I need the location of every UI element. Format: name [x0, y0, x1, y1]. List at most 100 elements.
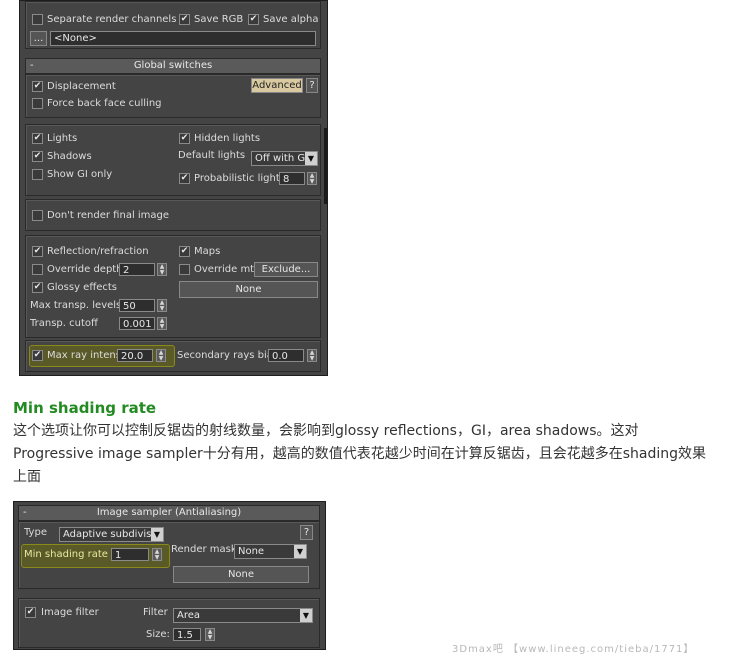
section-heading: Min shading rate — [13, 399, 157, 417]
save-alpha-checkbox[interactable]: ✔ — [248, 14, 259, 25]
help-button[interactable]: ? — [300, 525, 313, 540]
render-settings-panel: Separate render channels ✔ Save RGB ✔ Sa… — [19, 0, 328, 376]
spinner-arrows-icon[interactable]: ▲ ▼ — [205, 628, 215, 641]
browse-button[interactable]: ... — [30, 31, 47, 46]
filter-dropdown[interactable]: Area ▼ — [173, 608, 313, 623]
size-field[interactable]: 1.5 — [173, 628, 201, 641]
transp-cutoff-label: Transp. cutoff — [30, 318, 98, 329]
render-mask-value: None — [238, 546, 265, 557]
maps-checkbox[interactable]: ✔ — [179, 246, 190, 257]
check-icon: ✔ — [180, 14, 189, 24]
probabilistic-lights-field[interactable]: 8 — [279, 172, 305, 185]
chevron-down-icon[interactable]: ▼ — [300, 609, 312, 622]
override-mtl-checkbox[interactable] — [179, 264, 190, 275]
dont-render-final-label: Don't render final image — [47, 210, 170, 221]
secondary-rays-bias-label: Secondary rays bias — [177, 350, 279, 361]
transp-cutoff-field[interactable]: 0.001 — [119, 317, 155, 330]
check-icon: ✔ — [33, 350, 42, 360]
chevron-down-icon[interactable]: ▼ — [294, 545, 306, 558]
save-alpha-label: Save alpha — [263, 14, 319, 25]
save-rgb-label: Save RGB — [194, 14, 244, 25]
glossy-effects-checkbox[interactable]: ✔ — [32, 282, 43, 293]
hidden-lights-checkbox[interactable]: ✔ — [179, 133, 190, 144]
render-mask-none-button[interactable]: None — [173, 566, 309, 583]
min-shading-rate-field[interactable]: 1 — [111, 548, 149, 561]
advanced-button[interactable]: Advanced — [251, 78, 303, 93]
shadows-checkbox[interactable]: ✔ — [32, 151, 43, 162]
check-icon: ✔ — [249, 14, 258, 24]
reflection-section: ✔ Reflection/refraction ✔ Maps Override … — [25, 235, 321, 338]
displacement-checkbox[interactable]: ✔ — [32, 81, 43, 92]
spinner-arrows-icon[interactable]: ▲ ▼ — [157, 263, 167, 276]
spinner-arrows-icon[interactable]: ▲ ▼ — [157, 317, 167, 330]
collapse-icon[interactable]: - — [30, 59, 34, 73]
render-mask-dropdown[interactable]: None ▼ — [234, 544, 307, 559]
max-ray-section: ✔ Max ray intens 20.0 ▲ ▼ Secondary rays … — [25, 340, 321, 372]
image-sampler-panel: - Image sampler (Antialiasing) Type Adap… — [13, 501, 326, 650]
probabilistic-lights-label: Probabilistic lights — [194, 173, 285, 184]
image-sampler-title: Image sampler (Antialiasing) — [96, 507, 242, 518]
chevron-down-icon[interactable]: ▼ — [305, 152, 317, 165]
spinner-arrows-icon[interactable]: ▲ ▼ — [152, 548, 162, 561]
image-filter-label: Image filter — [41, 607, 99, 618]
override-depth-field[interactable]: 2 — [119, 263, 155, 276]
final-image-section: Don't render final image — [25, 199, 321, 231]
separate-render-channels-label: Separate render channels — [47, 14, 177, 25]
dont-render-final-checkbox[interactable] — [32, 210, 43, 221]
displacement-label: Displacement — [47, 81, 116, 92]
max-ray-intens-label: Max ray intens — [47, 350, 121, 361]
render-channels-path-field[interactable]: <None> — [50, 31, 316, 46]
global-switches-title: Global switches — [133, 60, 213, 71]
maps-label: Maps — [194, 246, 221, 257]
displacement-section: ✔ Displacement Advanced ? Force back fac… — [25, 74, 321, 118]
show-gi-only-label: Show GI only — [47, 169, 113, 180]
override-mtl-label: Override mtl — [194, 264, 257, 275]
watermark: 3Dmax吧 【www.lineeg.com/tieba/1771】 — [452, 644, 695, 655]
panel-scrollbar[interactable] — [324, 128, 327, 204]
hidden-lights-label: Hidden lights — [194, 133, 261, 144]
check-icon: ✔ — [180, 173, 189, 183]
max-ray-intens-checkbox[interactable]: ✔ — [32, 350, 43, 361]
secondary-rays-bias-field[interactable]: 0.0 — [268, 349, 304, 362]
image-sampler-header[interactable]: - Image sampler (Antialiasing) — [18, 505, 320, 521]
show-gi-only-checkbox[interactable] — [32, 169, 43, 180]
paragraph-line-1: 这个选项让你可以控制反锯齿的射线数量，会影响到glossy reflection… — [13, 423, 639, 439]
spinner-arrows-icon[interactable]: ▲ ▼ — [157, 299, 167, 312]
image-sampler-section: Type Adaptive subdivision ▼ ? Min shadin… — [18, 521, 320, 589]
default-lights-label: Default lights — [178, 150, 246, 161]
paragraph-line-2: Progressive image sampler十分有用，越高的数值代表花越少… — [13, 446, 706, 462]
max-transp-levels-label: Max transp. levels — [30, 300, 122, 311]
spinner-arrows-icon[interactable]: ▲ ▼ — [156, 349, 166, 362]
collapse-icon[interactable]: - — [23, 506, 27, 520]
override-mtl-none-button[interactable]: None — [179, 281, 318, 298]
lights-label: Lights — [47, 133, 78, 144]
check-icon: ✔ — [33, 81, 42, 91]
global-switches-header[interactable]: - Global switches — [25, 58, 321, 74]
filter-label: Filter — [143, 607, 168, 618]
override-depth-label: Override depth — [47, 264, 123, 275]
image-filter-checkbox[interactable]: ✔ — [25, 607, 36, 618]
separate-render-channels-checkbox[interactable] — [32, 14, 43, 25]
max-ray-intens-field[interactable]: 20.0 — [117, 349, 153, 362]
check-icon: ✔ — [33, 282, 42, 292]
spinner-arrows-icon[interactable]: ▲ ▼ — [307, 349, 317, 362]
force-back-face-label: Force back face culling — [47, 98, 162, 109]
filter-value: Area — [177, 610, 201, 621]
render-mask-label: Render mask — [171, 544, 237, 555]
save-rgb-checkbox[interactable]: ✔ — [179, 14, 190, 25]
paragraph-line-3: 上面 — [13, 469, 41, 485]
default-lights-dropdown[interactable]: Off with GI ▼ — [251, 151, 318, 166]
exclude-button[interactable]: Exclude... — [254, 262, 318, 277]
chevron-down-icon[interactable]: ▼ — [151, 528, 163, 541]
override-depth-checkbox[interactable] — [32, 264, 43, 275]
max-transp-levels-field[interactable]: 50 — [119, 299, 155, 312]
reflection-refraction-checkbox[interactable]: ✔ — [32, 246, 43, 257]
spinner-arrows-icon[interactable]: ▲ ▼ — [307, 172, 317, 185]
lights-checkbox[interactable]: ✔ — [32, 133, 43, 144]
type-dropdown[interactable]: Adaptive subdivision ▼ — [59, 527, 164, 542]
type-value: Adaptive subdivision — [63, 529, 164, 540]
force-back-face-checkbox[interactable] — [32, 98, 43, 109]
help-button[interactable]: ? — [306, 78, 318, 93]
probabilistic-lights-checkbox[interactable]: ✔ — [179, 173, 190, 184]
shadows-label: Shadows — [47, 151, 92, 162]
